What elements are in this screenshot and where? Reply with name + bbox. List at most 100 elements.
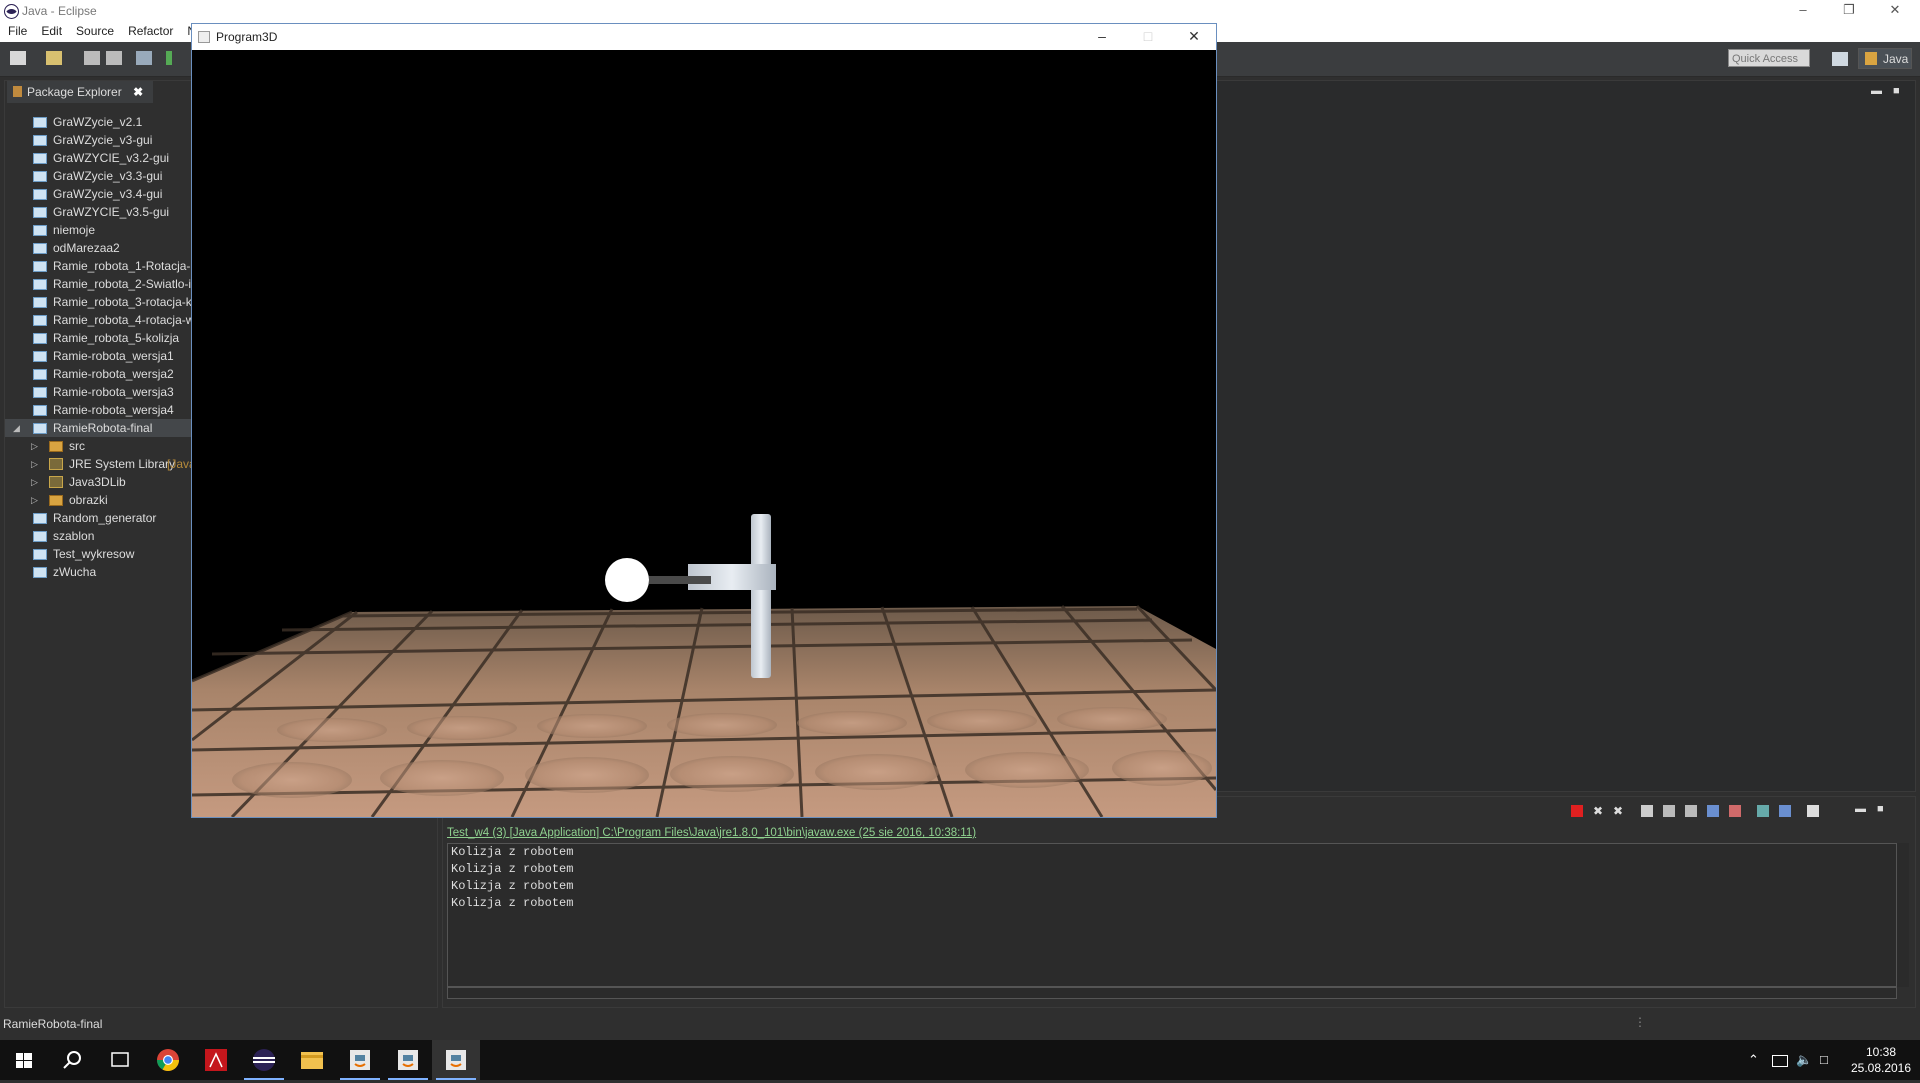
menu-edit[interactable]: Edit: [34, 22, 69, 38]
expand-arrow-icon[interactable]: ◢: [13, 419, 20, 437]
tree-project-item[interactable]: GraWZycie_v3-gui: [5, 131, 195, 149]
java-perspective-button[interactable]: Java: [1858, 48, 1912, 69]
menu-file[interactable]: File: [0, 22, 34, 38]
tree-project-item[interactable]: Random_generator: [5, 509, 195, 527]
status-bar: RamieRobota-final ⋮: [0, 1012, 1920, 1038]
tile-center: [537, 714, 647, 738]
minimize-console-icon[interactable]: ▬: [1855, 803, 1866, 815]
tree-project-item[interactable]: odMarezaa2: [5, 239, 195, 257]
network-icon[interactable]: [1772, 1055, 1788, 1067]
tile-center: [1112, 750, 1212, 786]
collapse-arrow-icon[interactable]: ▷: [31, 473, 38, 491]
minimize-view-icon[interactable]: ▬: [1871, 85, 1882, 97]
program3d-titlebar[interactable]: Program3D – □ ✕: [192, 24, 1216, 50]
tree-project-item[interactable]: Ramie-robota_wersja4: [5, 401, 195, 419]
tree-project-item[interactable]: Ramie-robota_wersja1: [5, 347, 195, 365]
tree-project-item[interactable]: Ramie_robota_2-Swiatlo-i-l: [5, 275, 195, 293]
open-console-icon[interactable]: [1807, 805, 1819, 817]
open-type-icon[interactable]: [46, 51, 62, 65]
tree-project-item[interactable]: ◢ RamieRobota-final: [5, 419, 195, 437]
tree-project-item[interactable]: Ramie_robota_4-rotacja-wo: [5, 311, 195, 329]
remove-launch-icon[interactable]: ✖: [1593, 805, 1605, 817]
tree-project-item[interactable]: szablon: [5, 527, 195, 545]
tree-child-item[interactable]: ▷ src: [5, 437, 195, 455]
maximize-view-icon[interactable]: ■: [1893, 85, 1900, 97]
3d-canvas[interactable]: [192, 50, 1216, 817]
task-view-button[interactable]: [96, 1040, 144, 1080]
taskbar-java-2[interactable]: [384, 1040, 432, 1080]
remove-all-icon[interactable]: ✖: [1613, 805, 1625, 817]
word-wrap-icon[interactable]: [1685, 805, 1697, 817]
quick-access-input[interactable]: Quick Access: [1728, 49, 1810, 67]
collapse-arrow-icon[interactable]: ▷: [31, 455, 38, 473]
skip-breakpoints-icon[interactable]: [136, 51, 152, 65]
tree-child-item[interactable]: ▷ JRE System Library [Java: [5, 455, 195, 473]
taskbar-java-3[interactable]: [432, 1040, 480, 1080]
project-icon: [33, 225, 47, 236]
search-button[interactable]: [48, 1040, 96, 1080]
open-perspective-icon[interactable]: [1832, 52, 1848, 66]
maximize-console-icon[interactable]: ■: [1877, 803, 1884, 815]
tree-project-item[interactable]: Ramie_robota_1-Rotacja-i-: [5, 257, 195, 275]
program3d-minimize-button[interactable]: –: [1079, 24, 1125, 50]
volume-icon[interactable]: 🔈: [1796, 1052, 1812, 1068]
clock[interactable]: 10:38 25.08.2016: [1846, 1044, 1916, 1076]
tree-project-item[interactable]: Ramie-robota_wersja2: [5, 365, 195, 383]
tree-item-label: niemoje: [53, 223, 96, 237]
scroll-lock-icon[interactable]: [1663, 805, 1675, 817]
tree-child-item[interactable]: ▷ Java3DLib: [5, 473, 195, 491]
collapse-arrow-icon[interactable]: ▷: [31, 437, 38, 455]
show-stdout-icon[interactable]: [1707, 805, 1719, 817]
tree-project-item[interactable]: Test_wykresow: [5, 545, 195, 563]
taskbar-chrome[interactable]: [144, 1040, 192, 1080]
tree-project-item[interactable]: GraWZYCIE_v3.2-gui: [5, 149, 195, 167]
java-window-icon: [198, 31, 210, 43]
clear-console-icon[interactable]: [1641, 805, 1653, 817]
save-all-icon[interactable]: [106, 51, 122, 65]
action-center-icon[interactable]: □: [1820, 1052, 1828, 1067]
menu-source[interactable]: Source: [69, 22, 121, 38]
new-icon[interactable]: [10, 51, 26, 65]
show-stderr-icon[interactable]: [1729, 805, 1741, 817]
taskbar-acrobat[interactable]: [192, 1040, 240, 1080]
close-icon[interactable]: ✖: [133, 85, 143, 99]
tree-project-item[interactable]: niemoje: [5, 221, 195, 239]
program3d-close-button[interactable]: ✕: [1171, 24, 1217, 50]
tree-project-item[interactable]: Ramie_robota_3-rotacja-ka: [5, 293, 195, 311]
terminate-icon[interactable]: [1571, 805, 1583, 817]
project-tree: GraWZycie_v2.1 GraWZycie_v3-gui GraWZYCIE_…: [5, 113, 195, 581]
debug-icon[interactable]: [166, 51, 172, 65]
start-button[interactable]: [0, 1040, 48, 1080]
pin-console-icon[interactable]: [1757, 805, 1769, 817]
tree-item-label: GraWZYCIE_v3.5-gui: [53, 205, 170, 219]
taskbar-file-explorer[interactable]: [288, 1040, 336, 1080]
tree-project-item[interactable]: GraWZycie_v3.3-gui: [5, 167, 195, 185]
menu-refactor[interactable]: Refactor: [121, 22, 180, 38]
tab-package-explorer[interactable]: Package Explorer ✖: [7, 81, 154, 103]
tree-project-item[interactable]: GraWZycie_v3.4-gui: [5, 185, 195, 203]
collapse-arrow-icon[interactable]: ▷: [31, 491, 38, 509]
project-icon: [33, 207, 47, 218]
taskbar-eclipse[interactable]: [240, 1040, 288, 1080]
project-icon: [33, 549, 47, 560]
close-button[interactable]: ✕: [1872, 0, 1918, 22]
display-console-icon[interactable]: [1779, 805, 1791, 817]
restore-button[interactable]: ❐: [1826, 0, 1872, 22]
tree-project-item[interactable]: GraWZYCIE_v3.5-gui: [5, 203, 195, 221]
tree-project-item[interactable]: Ramie-robota_wersja3: [5, 383, 195, 401]
tree-project-item[interactable]: Ramie_robota_5-kolizja: [5, 329, 195, 347]
tree-item-label: src: [69, 439, 85, 453]
java-icon: [446, 1050, 466, 1070]
taskbar-java-1[interactable]: [336, 1040, 384, 1080]
tree-project-item[interactable]: zWucha: [5, 563, 195, 581]
show-hidden-icons-icon[interactable]: ⌃: [1748, 1052, 1759, 1068]
console-output[interactable]: Kolizja z robotem Kolizja z robotem Koli…: [447, 843, 1897, 987]
tree-project-item[interactable]: GraWZycie_v2.1: [5, 113, 195, 131]
console-horizontal-scrollbar[interactable]: [447, 987, 1897, 999]
save-icon[interactable]: [84, 51, 100, 65]
tree-child-item[interactable]: ▷ obrazki: [5, 491, 195, 509]
console-line: Kolizja z robotem: [451, 862, 574, 876]
tree-item-label: Ramie_robota_4-rotacja-wo: [53, 313, 195, 327]
console-vertical-scrollbar[interactable]: [1897, 843, 1909, 987]
minimize-button[interactable]: –: [1780, 0, 1826, 22]
